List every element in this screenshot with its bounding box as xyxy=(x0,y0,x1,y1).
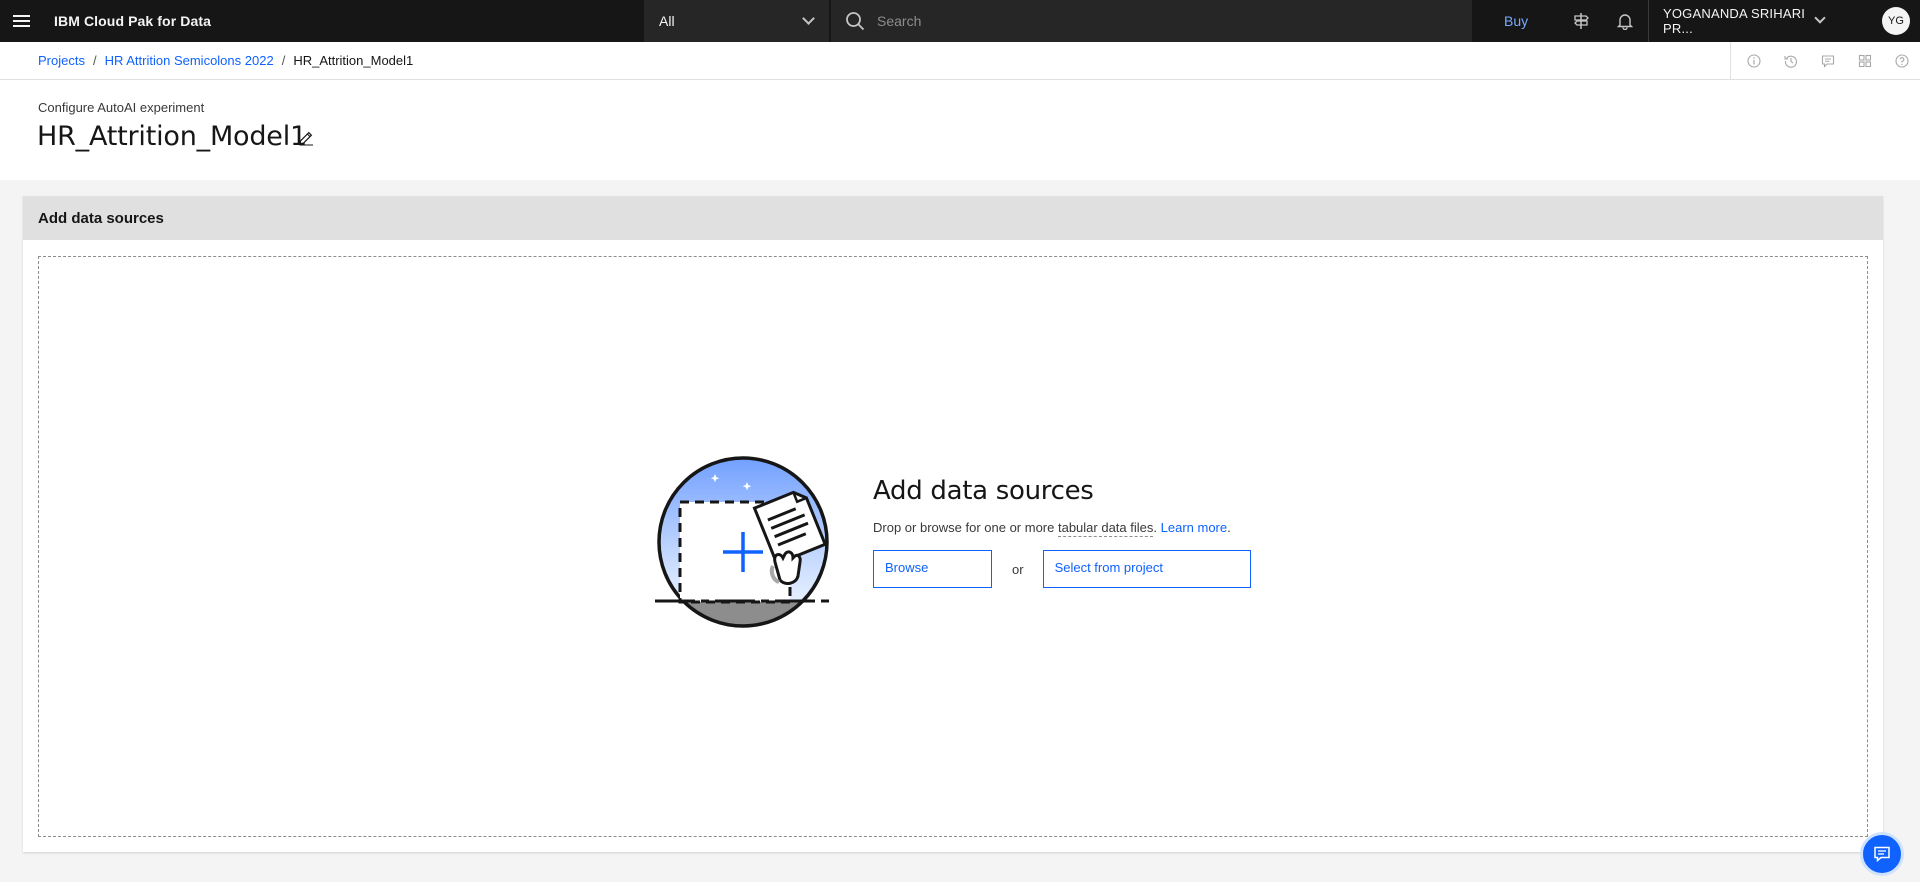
buy-link[interactable]: Buy xyxy=(1490,0,1542,42)
edit-icon[interactable] xyxy=(298,130,314,151)
or-label: or xyxy=(1012,561,1024,577)
select-from-project-button[interactable]: Select from project xyxy=(1042,550,1251,588)
empty-state-description: Drop or browse for one or more tabular d… xyxy=(873,520,1293,537)
empty-state: Add data sources Drop or browse for one … xyxy=(873,476,1293,588)
search-scope-value: All xyxy=(659,13,675,29)
panel-heading: Add data sources xyxy=(23,196,1883,240)
top-header: IBM Cloud Pak for Data All Buy YOGANANDA… xyxy=(0,0,1920,42)
brand-name[interactable]: IBM Cloud Pak for Data xyxy=(54,13,211,29)
chat-icon xyxy=(1874,846,1890,863)
chat-button[interactable] xyxy=(1860,832,1904,876)
breadcrumb-separator: / xyxy=(281,53,286,68)
history-icon[interactable] xyxy=(1772,42,1809,80)
account-name: YOGANANDA SRIHARI PR... xyxy=(1663,6,1806,36)
learn-more-link[interactable]: Learn more xyxy=(1161,520,1227,535)
notification-icon[interactable] xyxy=(1604,0,1646,42)
breadcrumb-project[interactable]: HR Attrition Semicolons 2022 xyxy=(105,53,274,68)
chevron-down-icon xyxy=(802,12,815,25)
action-row: Browse or Select from project xyxy=(873,550,1293,588)
menu-icon[interactable] xyxy=(0,0,42,42)
signpost-icon[interactable] xyxy=(1560,0,1602,42)
side-actions xyxy=(1730,42,1920,80)
search-input[interactable] xyxy=(877,13,1437,29)
empty-state-title: Add data sources xyxy=(873,476,1094,506)
page-header: Configure AutoAI experiment HR_Attrition… xyxy=(0,80,1920,180)
search-bar xyxy=(831,0,1472,42)
avatar[interactable]: YG xyxy=(1882,7,1910,35)
breadcrumb: Projects / HR Attrition Semicolons 2022 … xyxy=(0,42,1920,80)
description-text: Drop or browse for one or more xyxy=(873,520,1055,535)
page-subtitle: Configure AutoAI experiment xyxy=(38,100,205,115)
grid-icon[interactable] xyxy=(1846,42,1883,80)
search-scope-select[interactable]: All xyxy=(644,0,830,42)
page-title: HR_Attrition_Model1 xyxy=(37,121,307,152)
learn-more-period: . xyxy=(1227,520,1231,535)
breadcrumb-current: HR_Attrition_Model1 xyxy=(293,53,414,68)
comment-icon[interactable] xyxy=(1809,42,1846,80)
search-icon xyxy=(846,12,865,31)
browse-button[interactable]: Browse xyxy=(873,550,992,588)
breadcrumb-separator: / xyxy=(92,53,97,68)
breadcrumb-projects[interactable]: Projects xyxy=(38,53,85,68)
description-period: . xyxy=(1153,520,1158,535)
help-icon[interactable] xyxy=(1883,42,1920,80)
tabular-data-term[interactable]: tabular data files xyxy=(1057,520,1154,537)
account-switcher[interactable]: YOGANANDA SRIHARI PR... xyxy=(1648,0,1838,42)
info-icon[interactable] xyxy=(1735,42,1772,80)
upload-illustration xyxy=(655,456,830,628)
